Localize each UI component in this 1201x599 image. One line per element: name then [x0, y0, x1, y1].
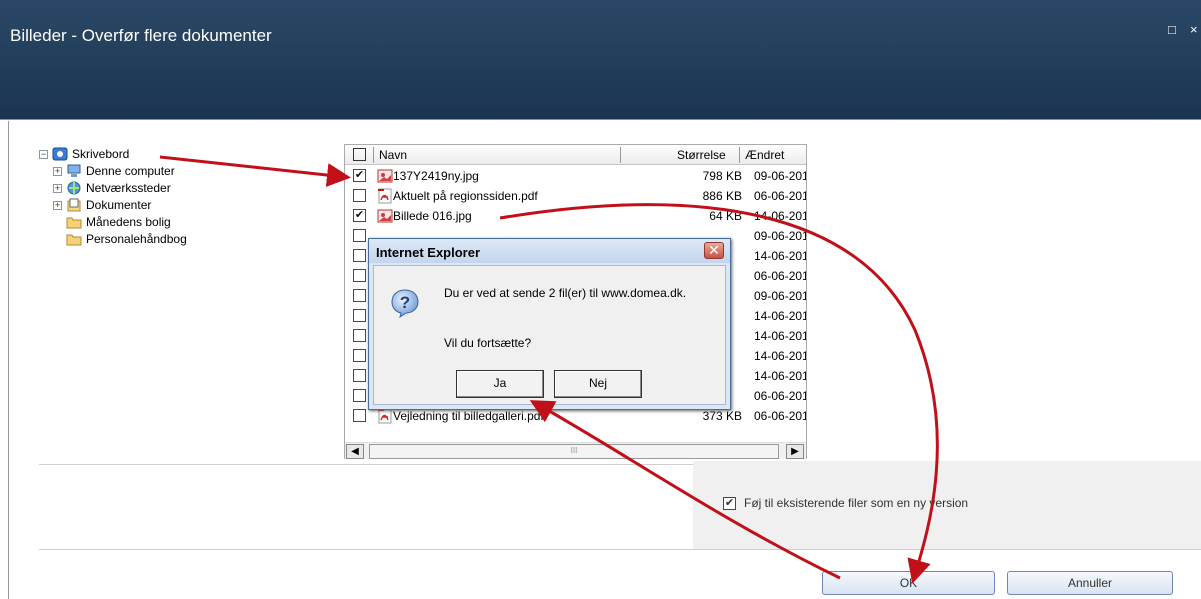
pdf-file-icon	[377, 408, 393, 424]
tree-item-desktop[interactable]: − Skrivebord	[39, 146, 129, 162]
file-name: Vejledning til billedgalleri.pdf	[393, 409, 544, 423]
close-icon[interactable]: ×	[1190, 22, 1198, 37]
add-version-option[interactable]: ✔ Føj til eksisterende filer som en ny v…	[723, 496, 968, 510]
tree-item-monthly-home[interactable]: Månedens bolig	[66, 214, 171, 230]
add-version-label: Føj til eksisterende filer som en ny ver…	[744, 496, 969, 510]
restore-icon[interactable]: □	[1168, 22, 1176, 37]
file-date: 14-06-201	[754, 209, 806, 223]
cancel-button[interactable]: Annuller	[1007, 571, 1173, 595]
question-icon: ?	[391, 289, 419, 318]
tree-label-desktop: Skrivebord	[72, 147, 130, 161]
file-name: Aktuelt på regionssiden.pdf	[393, 189, 538, 203]
file-checkbox[interactable]: ✔	[353, 169, 366, 182]
file-date: 14-06-201	[754, 349, 806, 363]
ie-dialog-title: Internet Explorer	[369, 239, 730, 263]
column-name[interactable]: Navn	[379, 148, 407, 162]
scroll-thumb[interactable]: III	[369, 444, 779, 459]
file-date: 09-06-201	[754, 229, 806, 243]
network-icon	[67, 181, 81, 195]
pdf-file-icon	[377, 188, 393, 204]
close-icon[interactable]: ✕	[704, 242, 724, 259]
window-title: Billeder - Overfør flere dokumenter	[10, 26, 272, 45]
expand-icon[interactable]: +	[53, 166, 62, 176]
file-size: 798 KB	[702, 169, 742, 183]
file-checkbox[interactable]	[353, 249, 366, 262]
expand-icon[interactable]: +	[53, 183, 62, 193]
column-changed[interactable]: Ændret	[745, 148, 784, 162]
select-all-checkbox[interactable]	[353, 148, 366, 161]
tree-item-staff-handbook[interactable]: Personalehåndbog	[66, 231, 187, 247]
file-date: 14-06-201	[754, 249, 806, 263]
file-row[interactable]: ✔ 137Y2419ny.jpg 798 KB 09-06-201	[345, 166, 806, 186]
file-checkbox[interactable]	[353, 229, 366, 242]
file-date: 06-06-201	[754, 389, 806, 403]
ie-dialog-message: Du er ved at sende 2 fil(er) til www.dom…	[444, 286, 687, 300]
tree-item-computer[interactable]: + Denne computer	[53, 163, 175, 179]
scroll-right-icon[interactable]: ▶	[786, 444, 804, 459]
image-file-icon	[377, 168, 393, 184]
file-date: 06-06-201	[754, 269, 806, 283]
file-size: 886 KB	[702, 189, 742, 203]
yes-button[interactable]: Ja	[456, 370, 544, 398]
horizontal-scrollbar[interactable]: ◀ III ▶	[345, 442, 806, 459]
tree-label-monthly-home: Månedens bolig	[86, 215, 171, 229]
file-row[interactable]: ✔ Billede 016.jpg 64 KB 14-06-201	[345, 206, 806, 226]
tree-item-documents[interactable]: + Dokumenter	[53, 197, 151, 213]
file-row[interactable]: Aktuelt på regionssiden.pdf 886 KB 06-06-2…	[345, 186, 806, 206]
file-name: Billede 016.jpg	[393, 209, 472, 223]
file-checkbox[interactable]	[353, 289, 366, 302]
file-checkbox[interactable]: ✔	[353, 209, 366, 222]
file-date: 09-06-201	[754, 289, 806, 303]
desktop-icon	[52, 147, 68, 161]
column-size[interactable]: Størrelse	[677, 148, 726, 162]
svg-text:?: ?	[400, 293, 410, 312]
file-date: 09-06-201	[754, 169, 806, 183]
add-version-checkbox[interactable]: ✔	[723, 496, 736, 510]
file-date: 06-06-201	[754, 409, 806, 423]
image-file-icon	[377, 208, 393, 224]
tree-item-network[interactable]: + Netværkssteder	[53, 180, 171, 196]
file-date: 14-06-201	[754, 309, 806, 323]
ok-button[interactable]: OK	[822, 571, 995, 595]
no-button[interactable]: Nej	[554, 370, 642, 398]
collapse-icon[interactable]: −	[39, 149, 48, 159]
file-checkbox[interactable]	[353, 269, 366, 282]
file-checkbox[interactable]	[353, 309, 366, 322]
folder-icon	[66, 234, 82, 246]
file-checkbox[interactable]	[353, 409, 366, 422]
file-checkbox[interactable]	[353, 389, 366, 402]
documents-icon	[67, 198, 81, 212]
dialog-title-bar: Billeder - Overfør flere dokumenter □ ×	[0, 0, 1201, 120]
file-checkbox[interactable]	[353, 369, 366, 382]
ie-confirm-dialog: Internet Explorer ✕ ? Du er ved at sende…	[368, 238, 731, 410]
file-list-header: Navn Størrelse Ændret	[345, 145, 806, 165]
file-checkbox[interactable]	[353, 329, 366, 342]
file-date: 06-06-201	[754, 189, 806, 203]
divider	[39, 549, 1201, 550]
tree-label-documents: Dokumenter	[86, 198, 152, 212]
file-size: 64 KB	[709, 209, 742, 223]
folder-icon	[66, 217, 82, 229]
ie-dialog-body: ? Du er ved at sende 2 fil(er) til www.d…	[373, 265, 726, 405]
ie-dialog-question: Vil du fortsætte?	[444, 336, 532, 350]
file-name: 137Y2419ny.jpg	[393, 169, 479, 183]
computer-icon	[67, 164, 81, 177]
file-date: 14-06-201	[754, 329, 806, 343]
file-size: 373 KB	[702, 409, 742, 423]
file-checkbox[interactable]	[353, 189, 366, 202]
tree-label-computer: Denne computer	[86, 164, 175, 178]
tree-label-staff-handbook: Personalehåndbog	[86, 232, 187, 246]
scroll-left-icon[interactable]: ◀	[346, 444, 364, 459]
options-panel: ✔ Føj til eksisterende filer som en ny v…	[693, 461, 1201, 549]
expand-icon[interactable]: +	[53, 200, 62, 210]
file-checkbox[interactable]	[353, 349, 366, 362]
tree-label-network: Netværkssteder	[86, 181, 171, 195]
file-date: 14-06-201	[754, 369, 806, 383]
